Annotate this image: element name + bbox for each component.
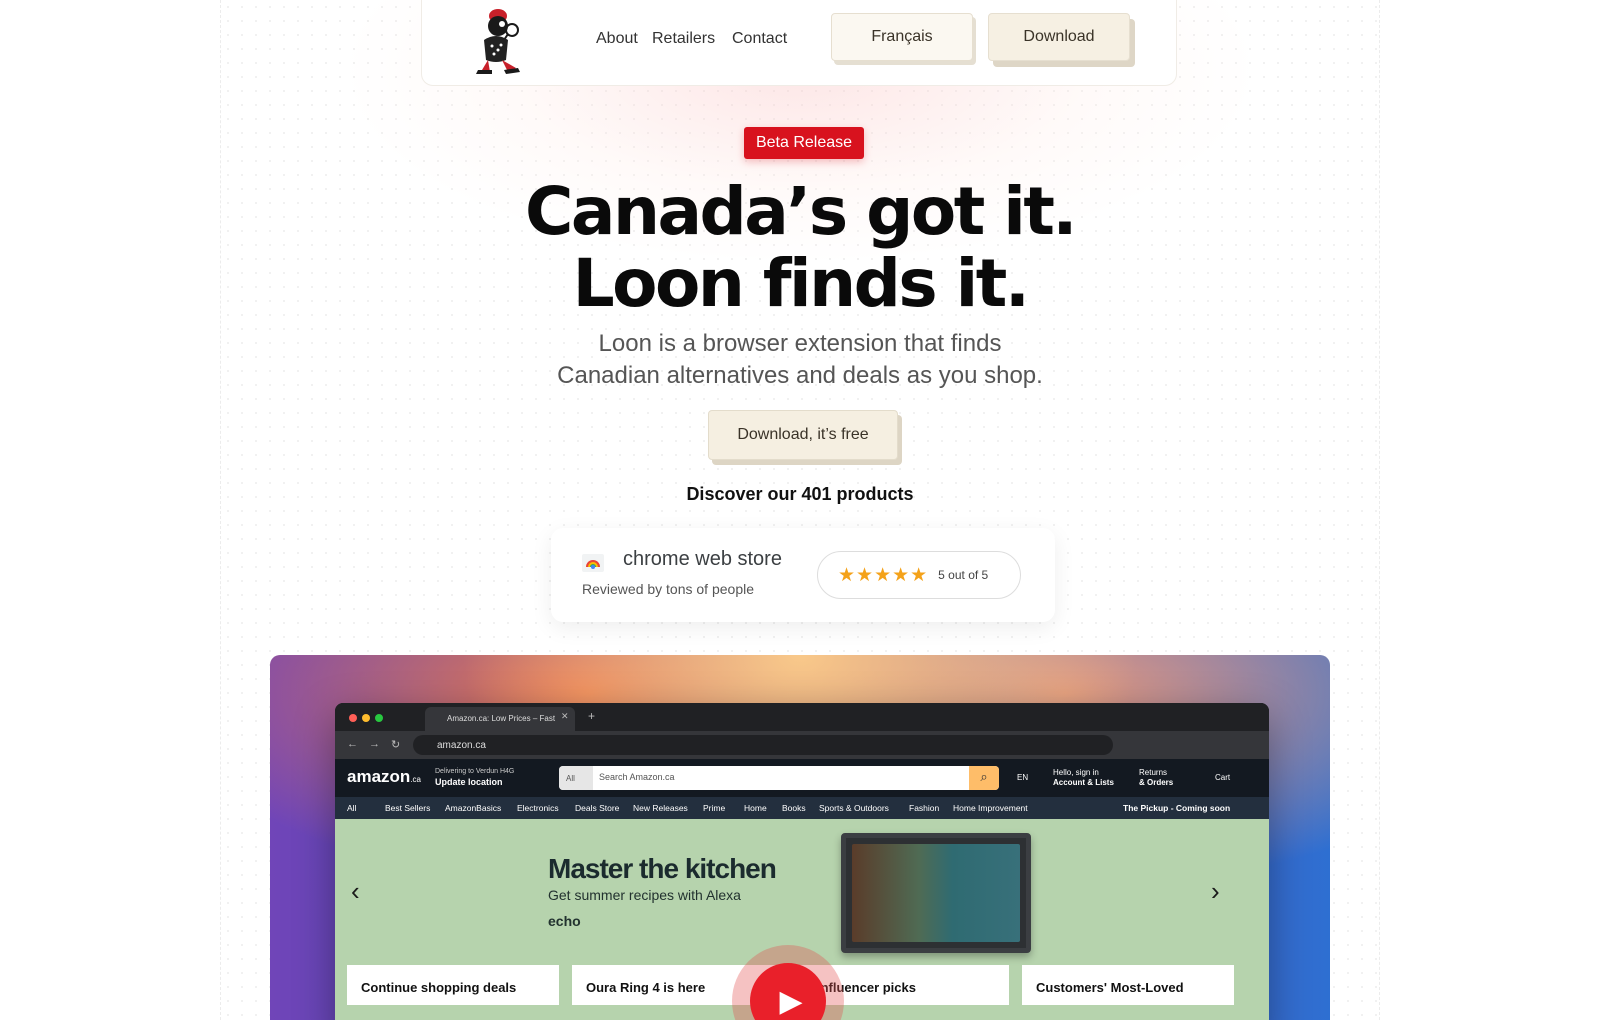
- subhead-line-1: Loon is a browser extension that finds: [598, 330, 1002, 357]
- headline-line-2: Loon finds it.: [572, 245, 1030, 322]
- minimize-window-icon: [362, 714, 370, 722]
- account-line-2: Account & Lists: [1053, 778, 1114, 787]
- address-bar-row: ← → ↻ amazon.ca: [335, 731, 1269, 759]
- amazon-logo: amazon.ca: [347, 767, 421, 787]
- amazon-hero-sub: Get summer recipes with Alexa: [548, 887, 741, 903]
- echo-device-image: [841, 833, 1031, 953]
- amazon-card: Customers' Most-Loved: [1022, 965, 1234, 1005]
- star-rating-icon: ★★★★★: [838, 564, 929, 586]
- demo-video[interactable]: Amazon.ca: Low Prices – Fast ✕ + ← → ↻ a…: [270, 655, 1330, 1020]
- amazon-nav-item: Prime: [703, 803, 726, 813]
- amazon-nav: All Best Sellers AmazonBasics Electronic…: [335, 797, 1269, 819]
- amazon-returns: Returns & Orders: [1139, 768, 1173, 788]
- new-tab-icon: +: [588, 709, 596, 723]
- browser-tab: Amazon.ca: Low Prices – Fast: [425, 707, 575, 731]
- amazon-search-category: All: [559, 766, 593, 790]
- beta-badge: Beta Release: [744, 127, 864, 159]
- amazon-logo-suffix: .ca: [410, 775, 421, 784]
- page-title: Canada’s got it. Loon finds it.: [400, 176, 1200, 320]
- store-name: chrome web store: [623, 548, 782, 570]
- amazon-cart: Cart: [1215, 773, 1231, 782]
- forward-icon: →: [369, 738, 380, 750]
- nav-link-retailers[interactable]: Retailers: [652, 30, 715, 48]
- rating-pill: ★★★★★ 5 out of 5: [817, 551, 1021, 599]
- rating-text: 5 out of 5: [938, 568, 989, 582]
- amazon-nav-item: Deals Store: [575, 803, 620, 813]
- amazon-search-placeholder: Search Amazon.ca: [599, 772, 675, 782]
- deliver-line-1: Delivering to Verdun H4G: [435, 768, 515, 775]
- amazon-nav-item: Fashion: [909, 803, 940, 813]
- nav-link-contact[interactable]: Contact: [732, 30, 787, 48]
- amazon-nav-item: New Releases: [633, 803, 688, 813]
- chrome-store-card[interactable]: chrome web store Reviewed by tons of peo…: [551, 528, 1055, 622]
- deliver-line-2: Update location: [435, 777, 503, 787]
- product-count: 401: [801, 484, 832, 504]
- download-free-button[interactable]: Download, it’s free: [708, 410, 898, 460]
- amazon-nav-promo: The Pickup - Coming soon: [1123, 803, 1231, 813]
- top-nav: About Retailers Contact Français Downloa…: [421, 0, 1177, 86]
- amazon-header: amazon.ca Delivering to Verdun H4G Updat…: [335, 759, 1269, 797]
- discover-products-link[interactable]: Discover our 401 products: [600, 484, 1000, 505]
- loon-logo-icon[interactable]: [460, 6, 530, 78]
- chevron-left-icon: ‹: [351, 876, 360, 906]
- amazon-search: All Search Amazon.ca ⌕: [559, 766, 999, 790]
- amazon-hero-brand: echo: [548, 913, 581, 929]
- url-field: amazon.ca: [413, 735, 1113, 755]
- amazon-nav-item: Home: [744, 803, 767, 813]
- amazon-deliver: Delivering to Verdun H4G Update location: [435, 767, 514, 789]
- maximize-window-icon: [375, 714, 383, 722]
- close-window-icon: [349, 714, 357, 722]
- discover-suffix: products: [831, 484, 914, 504]
- amazon-card: Continue shopping deals: [347, 965, 559, 1005]
- chrome-web-store-icon: [582, 554, 604, 572]
- amazon-logo-text: amazon: [347, 767, 411, 786]
- account-line-1: Hello, sign in: [1053, 768, 1099, 777]
- amazon-nav-item: Books: [782, 803, 806, 813]
- subhead-line-2: Canadian alternatives and deals as you s…: [557, 362, 1043, 389]
- discover-prefix: Discover our: [686, 484, 802, 504]
- nav-link-about[interactable]: About: [596, 30, 638, 48]
- nav-download-button[interactable]: Download: [988, 13, 1130, 61]
- back-icon: ←: [347, 738, 358, 750]
- discover-link-text[interactable]: Discover our 401 products: [686, 484, 913, 504]
- browser-tabbar: Amazon.ca: Low Prices – Fast ✕ +: [335, 703, 1269, 731]
- amazon-nav-item: Electronics: [517, 803, 559, 813]
- chevron-right-icon: ›: [1211, 876, 1220, 906]
- tab-close-icon: ✕: [561, 711, 569, 721]
- returns-line-1: Returns: [1139, 768, 1168, 777]
- store-subtitle: Reviewed by tons of people: [582, 581, 754, 597]
- amazon-account: Hello, sign in Account & Lists: [1053, 768, 1114, 788]
- amazon-nav-item: All: [347, 803, 357, 813]
- amazon-nav-item: Best Sellers: [385, 803, 431, 813]
- headline-line-1: Canada’s got it.: [525, 173, 1077, 250]
- amazon-hero-title: Master the kitchen: [548, 853, 777, 884]
- amazon-nav-item: AmazonBasics: [445, 803, 502, 813]
- language-button[interactable]: Français: [831, 13, 973, 61]
- play-icon: ▶: [750, 963, 826, 1020]
- hero-subhead: Loon is a browser extension that finds C…: [450, 328, 1150, 392]
- returns-line-2: & Orders: [1139, 778, 1174, 787]
- amazon-nav-item: Sports & Outdoors: [819, 803, 889, 813]
- reload-icon: ↻: [391, 739, 401, 751]
- amazon-nav-item: Home Improvement: [953, 803, 1028, 813]
- search-icon: ⌕: [969, 766, 999, 790]
- amazon-lang: EN: [1017, 773, 1029, 782]
